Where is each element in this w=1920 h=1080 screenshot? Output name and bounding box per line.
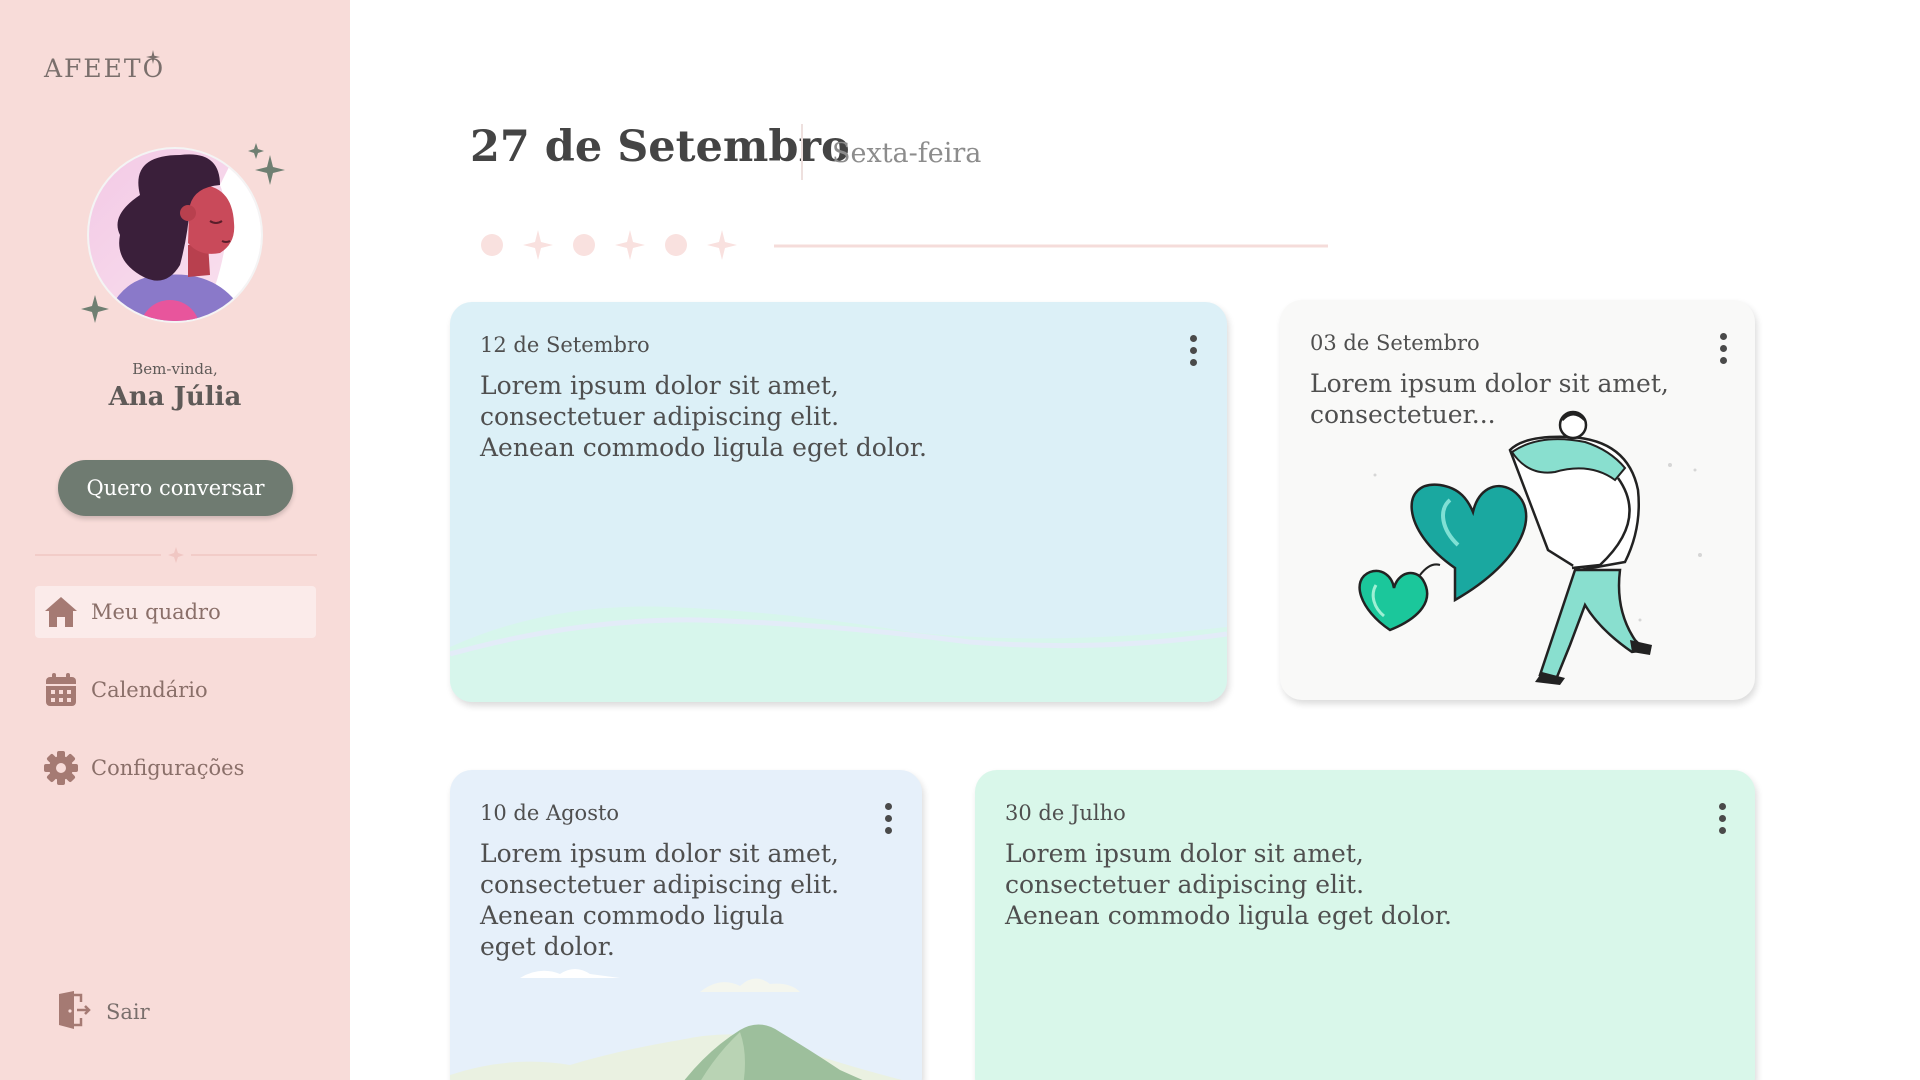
decorative-divider (481, 230, 1328, 260)
user-name: Ana Júlia (108, 382, 242, 412)
page-title: 27 de Setembro (470, 122, 850, 172)
logout-icon (56, 990, 92, 1034)
card-date: 10 de Agosto (480, 801, 620, 825)
logout-label: Sair (106, 1000, 150, 1024)
more-options-icon[interactable] (1711, 328, 1735, 368)
weekday-label: Sexta-feira (832, 138, 982, 169)
sidebar-divider (35, 547, 317, 563)
more-options-icon[interactable] (1181, 330, 1205, 370)
sidebar-item-configuracoes[interactable]: Configurações (35, 742, 316, 794)
card-text: Lorem ipsum dolor sit amet, consectetuer… (480, 371, 927, 462)
card-text: Lorem ipsum dolor sit amet, consectetuer… (480, 839, 840, 961)
sidebar-item-label: Configurações (91, 756, 245, 780)
heart-carrier-illustration (1358, 410, 1702, 685)
diary-card[interactable]: 10 de Agosto Lorem ipsum dolor sit amet,… (450, 770, 922, 1080)
sidebar-item-calendario[interactable]: Calendário (35, 664, 316, 716)
gear-icon (41, 748, 81, 788)
logout-button[interactable]: Sair (56, 990, 150, 1034)
more-options-icon[interactable] (1710, 798, 1734, 838)
home-icon (41, 592, 81, 632)
card-date: 30 de Julho (1005, 801, 1126, 825)
sidebar-item-meu-quadro[interactable]: Meu quadro (35, 586, 316, 638)
greeting: Bem-vinda, (132, 360, 218, 378)
talk-button[interactable]: Quero conversar (58, 460, 293, 516)
diary-card[interactable]: 12 de Setembro Lorem ipsum dolor sit ame… (450, 302, 1227, 702)
hills-illustration (450, 606, 1227, 702)
card-text: Lorem ipsum dolor sit amet, consectetuer… (1310, 369, 1669, 429)
calendar-icon (41, 670, 81, 710)
avatar: SOL (70, 125, 290, 345)
sidebar: AFEETO SOL Bem-vinda, Ana Júlia Quero co… (0, 0, 350, 1080)
card-date: 12 de Setembro (480, 333, 650, 357)
svg-text:SOL: SOL (152, 320, 196, 344)
more-options-icon[interactable] (876, 798, 900, 838)
sparkle-icon (146, 50, 160, 64)
card-date: 03 de Setembro (1310, 331, 1480, 355)
header-divider (801, 124, 803, 180)
card-text: Lorem ipsum dolor sit amet, consectetuer… (1005, 839, 1452, 930)
diary-card[interactable]: 30 de Julho Lorem ipsum dolor sit amet, … (975, 770, 1755, 1080)
sidebar-item-label: Meu quadro (91, 600, 221, 624)
sidebar-item-label: Calendário (91, 678, 208, 702)
diary-card[interactable]: 03 de Setembro Lorem ipsum dolor sit ame… (1280, 300, 1755, 700)
